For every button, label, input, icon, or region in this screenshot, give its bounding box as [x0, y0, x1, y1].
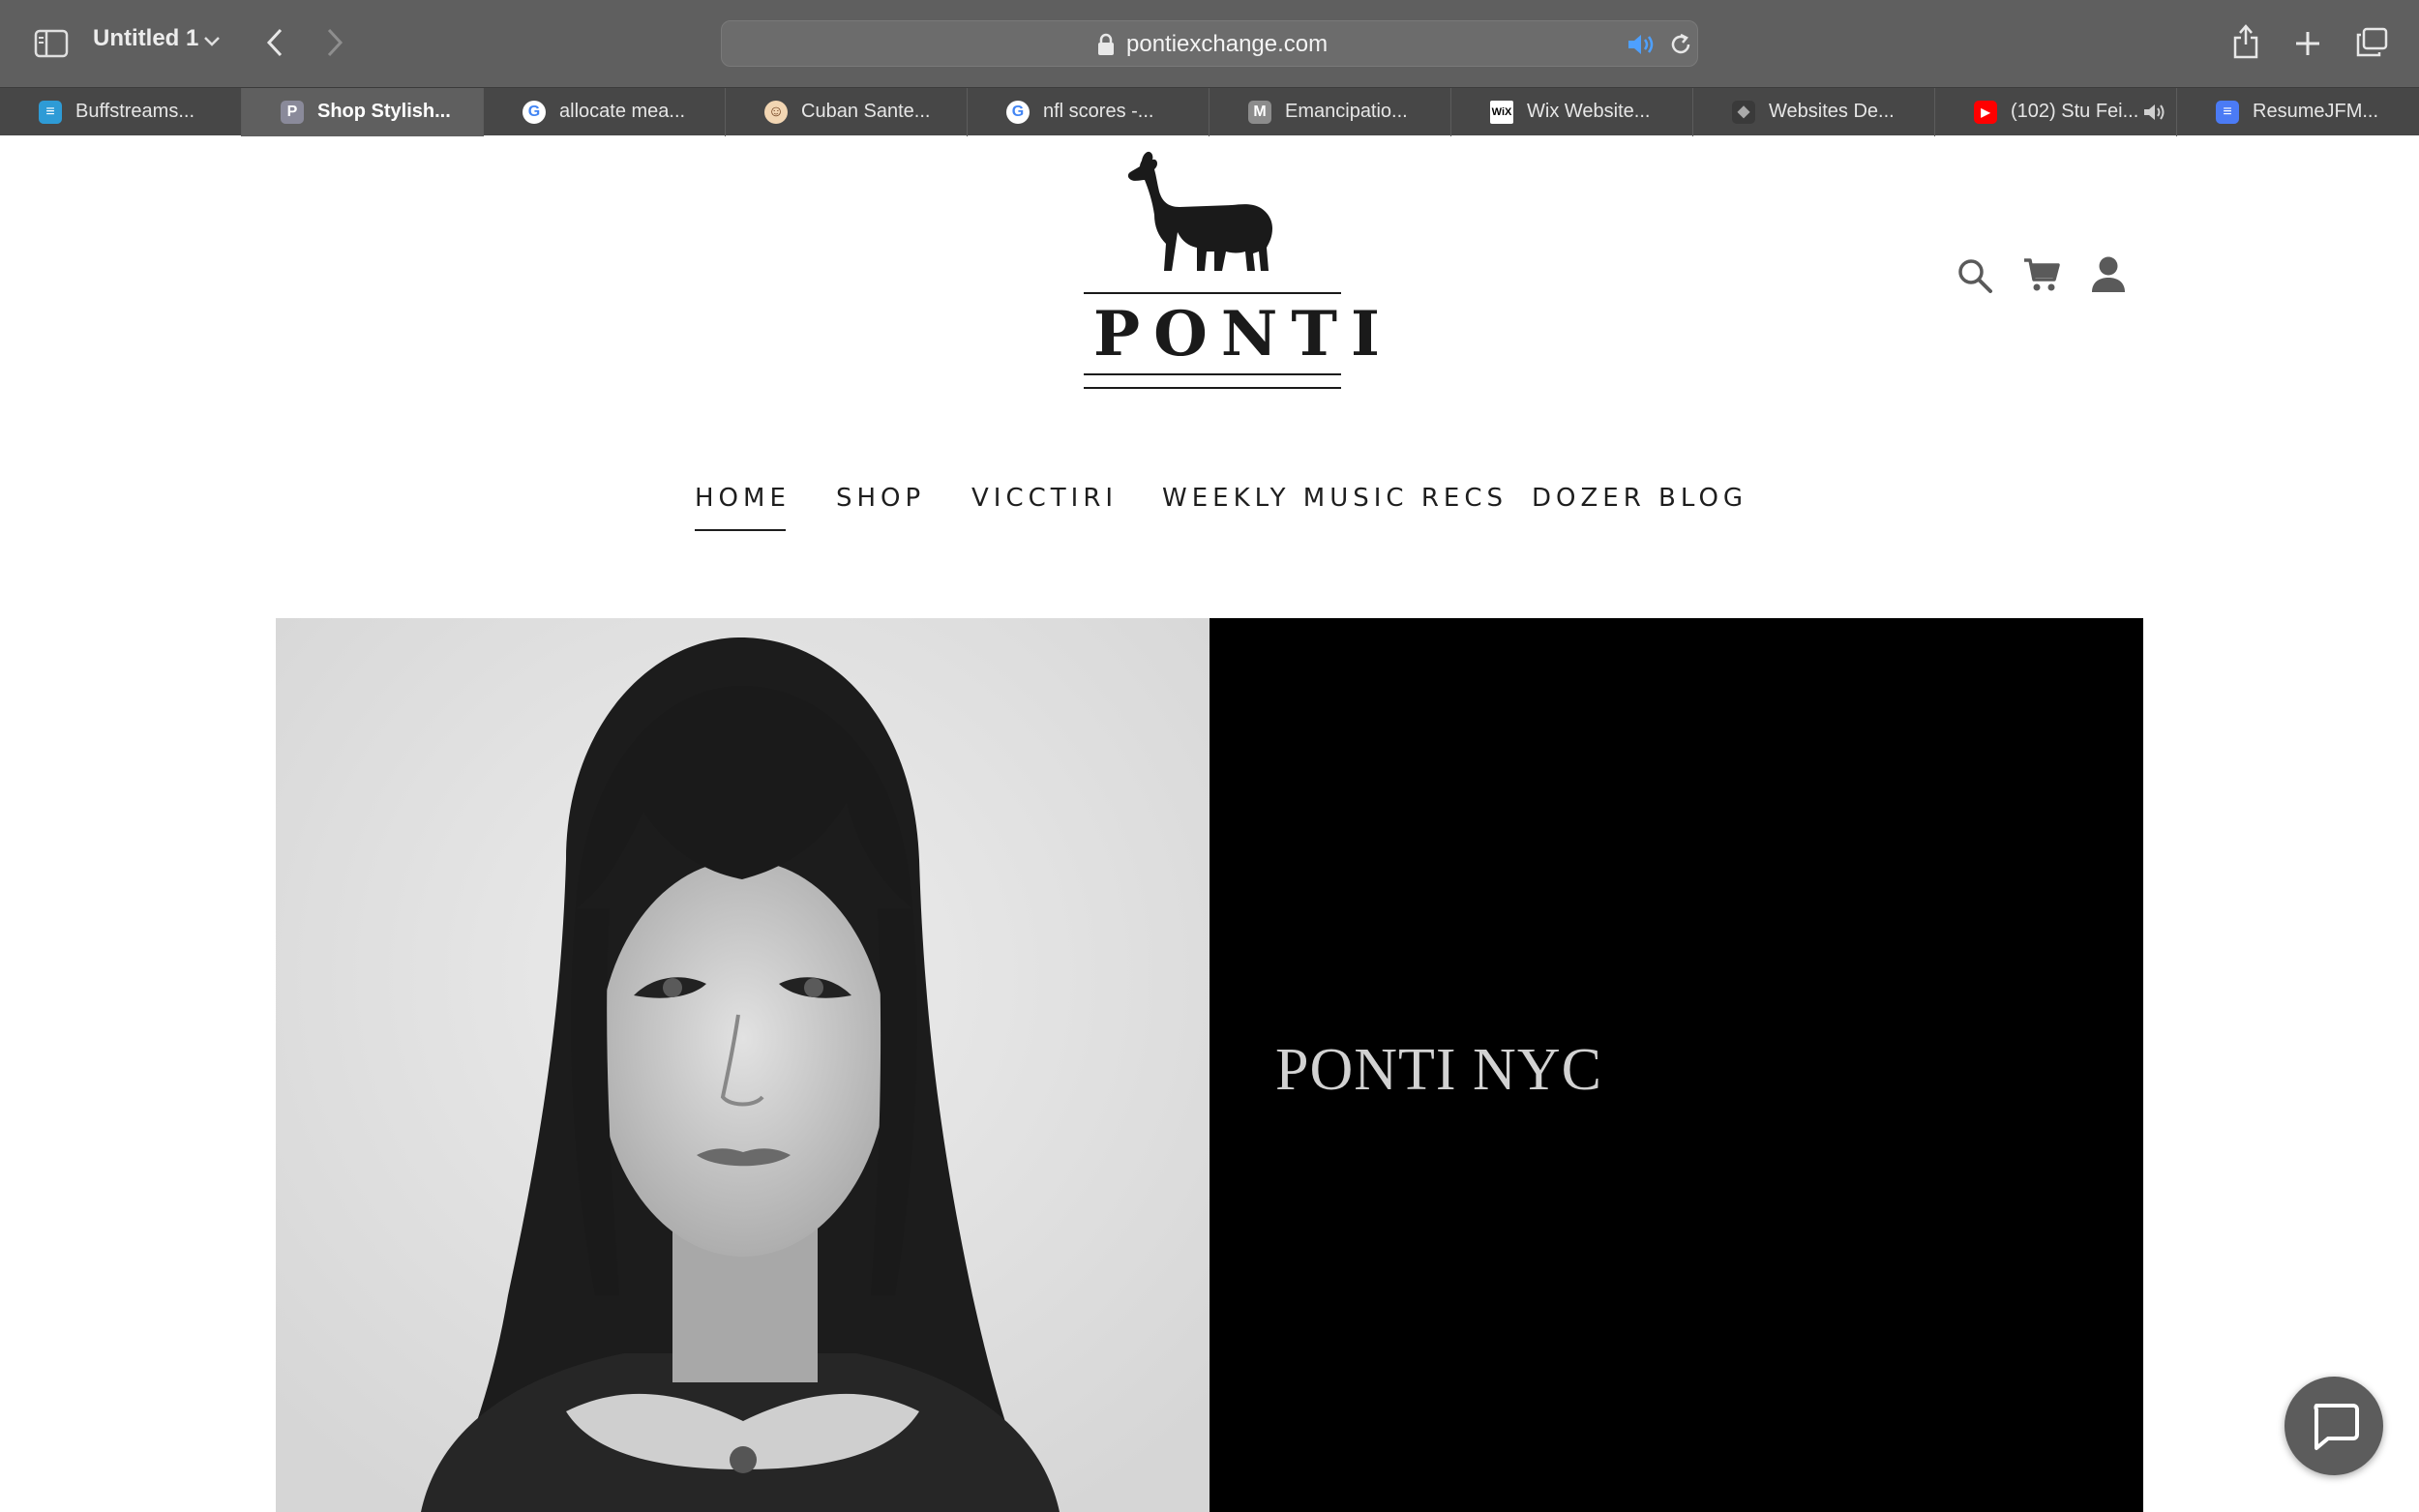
tab-cuban[interactable]: ☺ Cuban Sante... [726, 88, 968, 136]
window-title[interactable]: Untitled 1 [93, 25, 198, 52]
tab-shop-stylish[interactable]: P Shop Stylish... [242, 88, 484, 136]
tab-strip: ≡ Buffstreams... P Shop Stylish... G all… [0, 87, 2419, 136]
lock-icon [1098, 33, 1114, 55]
address-bar[interactable]: pontiexchange.com [721, 20, 1698, 67]
forward-icon[interactable] [325, 27, 344, 58]
tab-websites[interactable]: ◆ Websites De... [1693, 88, 1935, 136]
search-icon[interactable] [1956, 257, 1993, 294]
portrait-illustration [276, 618, 1210, 1512]
alpaca-logo-icon [1127, 151, 1272, 271]
tab-label: ResumeJFM... [2253, 101, 2379, 122]
hero-portrait-image [276, 618, 1210, 1512]
tab-allocate[interactable]: G allocate mea... [484, 88, 726, 136]
wix-favicon: WiX [1490, 101, 1513, 124]
tab-label: Websites De... [1769, 101, 1895, 122]
box-favicon: ◆ [1732, 101, 1755, 124]
tab-youtube[interactable]: ▶ (102) Stu Fei... [1935, 88, 2177, 136]
tab-label: Buffstreams... [75, 101, 195, 122]
account-icon[interactable] [2090, 255, 2127, 294]
tab-label: allocate mea... [559, 101, 686, 122]
speaker-icon[interactable] [1627, 33, 1656, 56]
logo-rule-bottom-2 [1084, 387, 1341, 389]
buffstreams-favicon: ≡ [39, 101, 62, 124]
site-logo[interactable]: PONTI [1082, 147, 1393, 399]
tab-label: nfl scores -... [1043, 101, 1154, 122]
tab-label: Wix Website... [1527, 101, 1651, 122]
tab-label: (102) Stu Fei... [2011, 101, 2139, 122]
nav-dozer-blog[interactable]: DOZER BLOG [1532, 484, 1747, 513]
tab-resume[interactable]: ≡ ResumeJFM... [2177, 88, 2419, 136]
tab-overview-icon[interactable] [2355, 27, 2388, 58]
tab-label: Cuban Sante... [801, 101, 931, 122]
ponti-favicon: P [281, 101, 304, 124]
tab-buffstreams[interactable]: ≡ Buffstreams... [0, 88, 242, 136]
hero-text-panel: PONTI NYC [1210, 618, 2143, 1512]
tab-wix[interactable]: WiX Wix Website... [1451, 88, 1693, 136]
google-favicon: G [1006, 101, 1030, 124]
browser-toolbar: Untitled 1 pontiexchange.com [0, 0, 2419, 87]
cart-icon[interactable] [2022, 256, 2061, 293]
tab-label: Emancipatio... [1285, 101, 1408, 122]
nav-weekly-music-recs[interactable]: WEEKLY MUSIC RECS [1162, 484, 1508, 513]
chevron-down-icon[interactable] [203, 35, 221, 48]
docs-favicon: ≡ [2216, 101, 2239, 124]
google-favicon: G [523, 101, 546, 124]
share-icon[interactable] [2232, 23, 2259, 60]
logo-rule-top [1084, 292, 1341, 294]
cuban-favicon: ☺ [764, 101, 788, 124]
hero-title: PONTI NYC [1275, 1037, 1602, 1103]
nav-home[interactable]: HOME [695, 484, 791, 531]
new-tab-icon[interactable] [2294, 30, 2321, 57]
m-favicon: M [1248, 101, 1271, 124]
url-text: pontiexchange.com [1126, 31, 1329, 57]
youtube-favicon: ▶ [1974, 101, 1997, 124]
tab-label: Shop Stylish... [317, 101, 451, 122]
logo-rule-bottom-1 [1084, 373, 1341, 375]
tab-emancipation[interactable]: M Emancipatio... [1210, 88, 1451, 136]
nav-shop[interactable]: SHOP [836, 484, 925, 513]
reload-icon[interactable] [1668, 32, 1693, 57]
chat-bubble-icon [2314, 1404, 2359, 1450]
chat-button[interactable] [2285, 1377, 2383, 1475]
back-icon[interactable] [265, 27, 284, 58]
tab-audio-icon[interactable] [2142, 103, 2167, 122]
sidebar-toggle-icon[interactable] [34, 29, 69, 58]
logo-wordmark: PONTI [1093, 298, 1393, 371]
tab-nfl[interactable]: G nfl scores -... [968, 88, 1210, 136]
nav-vicctiri[interactable]: VICCTIRI [971, 484, 1118, 513]
